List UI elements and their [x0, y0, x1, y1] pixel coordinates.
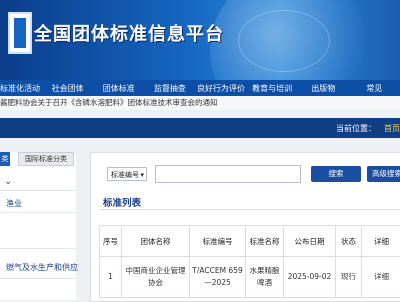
nav-item-evaluation[interactable]: 良好行为评价	[195, 83, 246, 94]
category-panel: 类 国际标准分类 ⌄ 渔业 燃气及水生产和供应	[0, 152, 76, 300]
table-header-row: 序号 团体名称 标准编号 标准名称 公布日期 状态 详细	[100, 226, 400, 257]
column-header-status: 状态	[336, 226, 362, 257]
cell-standard-name[interactable]: 水果精酿啤酒	[246, 257, 284, 298]
column-header-index: 序号	[100, 226, 122, 257]
globe-ring-graphic	[238, 10, 330, 72]
cell-publish-date: 2025-09-02	[284, 257, 336, 298]
nav-item-group-standards[interactable]: 团体标准	[93, 83, 144, 94]
column-header-organization: 团体名称	[122, 226, 190, 257]
main-nav: 标准化活动 社会团体 团体标准 监督抽查 良好行为评价 教育与培训 出版物 常见	[0, 80, 400, 96]
chevron-down-icon[interactable]: ⌄	[4, 176, 12, 187]
site-title[interactable]: 全国团体标准信息平台	[34, 20, 224, 46]
search-input[interactable]	[155, 165, 301, 183]
divider	[0, 278, 76, 279]
platform-logo-icon[interactable]	[8, 12, 32, 54]
advanced-search-button[interactable]: 高级搜索	[367, 166, 400, 182]
search-field-select[interactable]: 标准编号 ▾	[107, 167, 147, 181]
cell-status: 现行	[336, 257, 362, 298]
table-row[interactable]: 1 中国商业企业管理协会 T/ACCEM 659—2025 水果精酿啤酒 202…	[100, 257, 400, 298]
divider	[0, 190, 76, 191]
nav-item-standardization[interactable]: 标准化活动	[0, 83, 42, 94]
chevron-down-icon: ▾	[140, 168, 144, 182]
nav-item-organizations[interactable]: 社会团体	[42, 83, 93, 94]
search-button[interactable]: 搜索	[311, 166, 361, 182]
column-header-standard-number: 标准编号	[190, 226, 246, 257]
search-field-value: 标准编号	[111, 171, 139, 179]
location-label: 当前位置：	[336, 123, 376, 134]
header-banner: 全国团体标准信息平台	[0, 0, 400, 80]
divider	[0, 248, 76, 249]
divider	[0, 212, 76, 213]
nav-item-education[interactable]: 教育与培训	[247, 83, 298, 94]
nav-item-inspection[interactable]: 监督抽查	[144, 83, 195, 94]
notice-ticker[interactable]: 酱肥料协会关于召开《含磷水溶肥料》团体标准技术审查会的通知	[0, 96, 400, 110]
standards-search-panel: 标准编号 ▾ 搜索 高级搜索 标准列表 序号 团体名称 标准编号 标准名称 公布…	[90, 152, 400, 302]
nav-item-publications[interactable]: 出版物	[298, 83, 349, 94]
nav-item-faq[interactable]: 常见	[349, 83, 400, 94]
cell-index: 1	[100, 257, 122, 298]
detail-link[interactable]: 详细	[362, 257, 400, 298]
list-title: 标准列表	[103, 195, 141, 209]
category-fishery[interactable]: 渔业	[6, 198, 22, 209]
standards-table: 序号 团体名称 标准编号 标准名称 公布日期 状态 详细 1 中国商业企业管理协…	[99, 225, 400, 298]
tab-category[interactable]: 类	[0, 152, 10, 166]
tab-international-classification[interactable]: 国际标准分类	[18, 152, 74, 166]
divider	[99, 209, 399, 210]
breadcrumb-home[interactable]: 首页	[384, 123, 400, 134]
column-header-standard-name: 标准名称	[246, 226, 284, 257]
column-header-detail: 详细	[362, 226, 400, 257]
location-bar: 当前位置： 首页	[0, 118, 400, 138]
cell-standard-number: T/ACCEM 659—2025	[190, 257, 246, 298]
column-header-publish-date: 公布日期	[284, 226, 336, 257]
category-tabs: 类 国际标准分类	[0, 152, 76, 166]
cell-organization: 中国商业企业管理协会	[122, 257, 190, 298]
category-gas-water[interactable]: 燃气及水生产和供应	[6, 262, 78, 273]
